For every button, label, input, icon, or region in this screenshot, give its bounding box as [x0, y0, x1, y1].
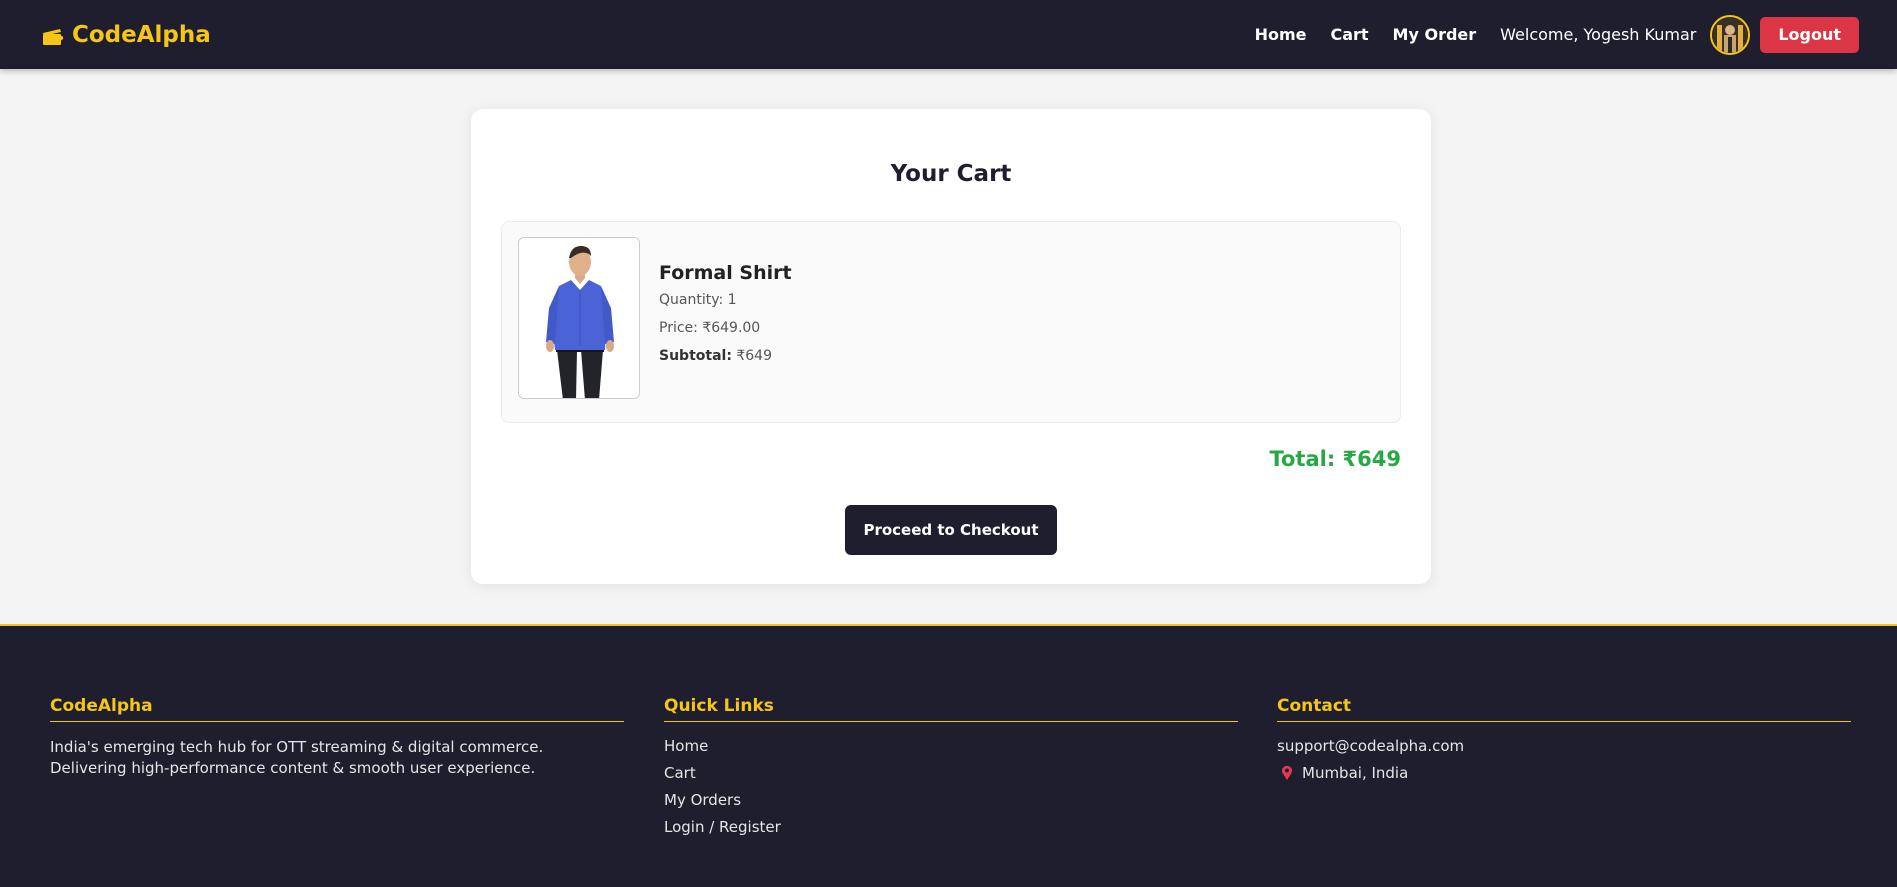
- footer-link-login-register[interactable]: Login / Register: [664, 818, 1238, 836]
- contact-location-text: Mumbai, India: [1302, 764, 1409, 782]
- item-quantity: Quantity: 1: [659, 292, 737, 308]
- item-subtotal: Subtotal: ₹649: [659, 348, 792, 364]
- footer-link-home[interactable]: Home: [664, 737, 1238, 755]
- subtotal-label: Subtotal:: [659, 348, 732, 364]
- item-name: Formal Shirt: [659, 262, 792, 284]
- contact-location: Mumbai, India: [1277, 764, 1851, 782]
- cart-total: Total: ₹649: [1269, 447, 1401, 471]
- item-price: Price: ₹649.00: [659, 320, 761, 336]
- subtotal-value: ₹649: [731, 348, 773, 364]
- footer-links-list: Home Cart My Orders Login / Register: [664, 737, 1238, 836]
- cart-item: Formal Shirt Quantity: 1 Price: ₹649.00 …: [501, 221, 1401, 423]
- footer: CodeAlpha India's emerging tech hub for …: [0, 624, 1897, 887]
- contact-email: support@codealpha.com: [1277, 737, 1465, 755]
- brand-name: CodeAlpha: [72, 21, 211, 48]
- nav-my-order-link[interactable]: My Order: [1393, 25, 1477, 44]
- footer-quick-links: Quick Links Home Cart My Orders Login / …: [664, 696, 1238, 845]
- footer-about-heading: CodeAlpha: [50, 696, 624, 722]
- nav-menu: Home Cart My Order Welcome, Yogesh Kumar…: [1255, 14, 1859, 55]
- checkout-button[interactable]: Proceed to Checkout: [845, 505, 1057, 555]
- footer-about-text: India's emerging tech hub for OTT stream…: [50, 738, 544, 777]
- product-image: [518, 237, 640, 399]
- map-pin-icon: [1280, 765, 1294, 781]
- nav-home-link[interactable]: Home: [1255, 25, 1307, 44]
- footer-link-my-orders[interactable]: My Orders: [664, 791, 1238, 809]
- nav-cart-link[interactable]: Cart: [1330, 25, 1368, 44]
- footer-contact-heading: Contact: [1277, 696, 1851, 722]
- brand[interactable]: CodeAlpha: [42, 22, 211, 48]
- navbar: CodeAlpha Home Cart My Order Welcome, Yo…: [0, 0, 1897, 69]
- cart-title: Your Cart: [890, 161, 1012, 187]
- avatar[interactable]: [1710, 14, 1751, 55]
- footer-link-cart[interactable]: Cart: [664, 764, 1238, 782]
- footer-about: CodeAlpha India's emerging tech hub for …: [50, 696, 624, 779]
- clapperboard-icon: [42, 26, 64, 45]
- cart-card: Your Cart Formal Shirt Quantity: 1 Price…: [471, 109, 1431, 584]
- footer-links-heading: Quick Links: [664, 696, 1238, 722]
- welcome-text: Welcome, Yogesh Kumar: [1500, 25, 1697, 44]
- item-info: Formal Shirt Quantity: 1 Price: ₹649.00 …: [659, 262, 792, 376]
- logout-button[interactable]: Logout: [1760, 16, 1859, 53]
- footer-contact: Contact support@codealpha.com Mumbai, In…: [1277, 696, 1851, 791]
